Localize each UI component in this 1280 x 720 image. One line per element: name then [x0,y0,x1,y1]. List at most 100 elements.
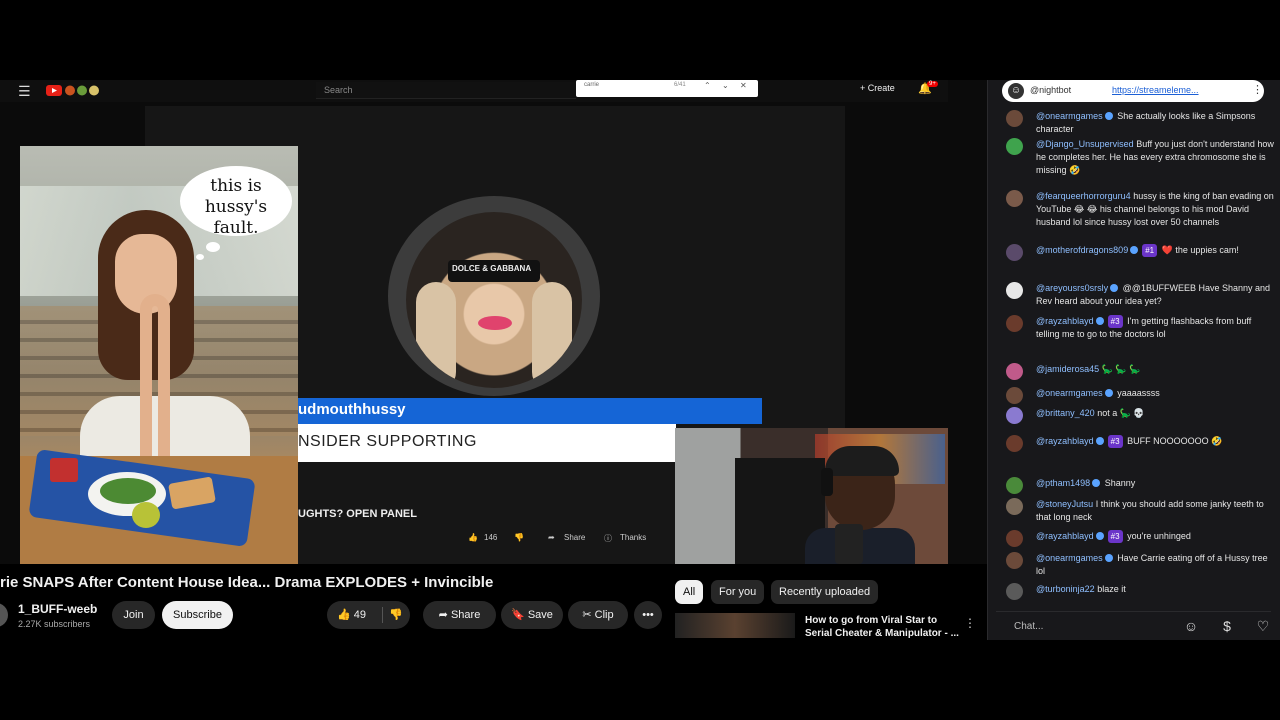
chat-username[interactable]: @ptham1498 [1036,478,1090,488]
like-count: 49 [353,609,367,621]
live-chat-panel: ☺ @nightbot https://streameleme... ⋮ @on… [987,80,1280,640]
chat-avatar[interactable] [1006,530,1023,547]
more-actions-button[interactable]: ••• [634,601,662,629]
save-label: Save [527,609,553,621]
chat-avatar[interactable] [1006,138,1023,155]
chat-username[interactable]: @stoneyJutsu [1036,499,1093,509]
rank-badge: #3 [1107,530,1123,543]
chat-input[interactable]: Chat... ☺ $ ♡ [996,611,1271,638]
inner-thanks-label: Thanks [620,533,647,542]
find-close-icon[interactable]: ✕ [740,81,747,90]
chat-text: you're unhinged [1127,531,1191,541]
dislike-button[interactable]: 👎 [389,601,403,629]
share-button[interactable]: ➦ Share [423,601,496,629]
chat-username[interactable]: @brittany_420 [1036,408,1095,418]
chat-input-placeholder: Chat... [1014,621,1044,632]
video-player[interactable]: ☰ Search carrie 6/41 ⌃ ⌄ ✕ + Create 🔔 9+… [0,80,987,564]
pinned-user: @nightbot [1030,85,1072,95]
bookmark-icon: 🔖 [511,609,525,621]
inner-action-row: 👍 146 👎 ➦ Share ⓘ Thanks [464,530,674,548]
chat-avatar[interactable] [1006,110,1023,127]
find-text: carrie [584,82,600,88]
super-chat-icon[interactable]: $ [1219,618,1235,634]
heart-icon[interactable]: ♡ [1255,618,1271,634]
video-title: rie SNAPS After Content House Idea... Dr… [0,574,494,591]
rank-badge: #1 [1142,244,1158,257]
find-next-icon[interactable]: ⌄ [722,81,729,90]
recommendation-title[interactable]: How to go from Viral Star to Serial Chea… [805,614,961,640]
verified-badge-icon [1104,112,1113,120]
find-count: 6/41 [674,82,686,88]
chat-username[interactable]: @jamiderosa45 [1036,364,1099,374]
chat-avatar[interactable] [1006,244,1023,261]
chat-username[interactable]: @fearqueerhorrorguru4 [1036,191,1131,201]
scissors-icon: ✂ [582,609,592,621]
chat-avatar[interactable] [1006,435,1023,452]
recommendation-more-icon[interactable]: ⋮ [964,616,976,630]
pinned-more-icon[interactable]: ⋮ [1252,83,1263,96]
inner-like-count: 146 [484,533,498,542]
chat-username[interactable]: @rayzahblayd [1036,436,1094,446]
chat-username[interactable]: @areyousrs0srsly [1036,283,1108,293]
chat-username[interactable]: @Django_Unsupervised [1036,139,1134,149]
chat-avatar[interactable] [1006,407,1023,424]
clip-button[interactable]: ✂ Clip [568,601,628,629]
nightbot-icon: ☺ [1008,83,1024,99]
save-button[interactable]: 🔖 Save [501,601,563,629]
chat-avatar[interactable] [1006,363,1023,380]
chat-avatar[interactable] [1006,477,1023,494]
pinned-link[interactable]: https://streameleme... [1112,85,1199,95]
name-banner: udmouthhussy [298,398,762,424]
menu-icon[interactable]: ☰ [18,83,31,100]
like-dislike-group: 👍 49 👎 [327,601,410,629]
create-label: Create [867,83,895,93]
chat-username[interactable]: @onearmgames [1036,388,1103,398]
create-button[interactable]: + Create [860,83,895,93]
inner-search-input[interactable]: Search [316,82,576,99]
channel-logo-icon [46,85,99,96]
find-prev-icon[interactable]: ⌃ [704,81,711,90]
pinned-message[interactable]: ☺ @nightbot https://streameleme... ⋮ [1002,80,1264,102]
subscribe-button[interactable]: Subscribe [162,601,233,629]
chat-avatar[interactable] [1006,387,1023,404]
subscriber-count: 2.27K subscribers [18,619,91,629]
inner-share-icon: ➦ [548,533,555,542]
verified-badge-icon [1092,479,1101,487]
chat-username[interactable]: @motherofdragons809 [1036,245,1128,255]
chat-avatar[interactable] [1006,498,1023,515]
channel-avatar[interactable] [0,603,8,627]
chip-all[interactable]: All [675,580,704,604]
emoji-icon[interactable]: ☺ [1183,618,1199,634]
chat-avatar[interactable] [1006,190,1023,207]
chip-recently-uploaded[interactable]: Recently uploaded [771,580,879,604]
verified-badge-icon [1130,246,1139,254]
recommendation-thumbnail[interactable] [675,613,795,638]
support-banner: NSIDER SUPPORTING [298,424,676,462]
chat-username[interactable]: @onearmgames [1036,553,1103,563]
channel-name[interactable]: 1_BUFF-weeb [18,602,97,616]
chip-for-you[interactable]: For you [711,580,765,604]
chat-avatar[interactable] [1006,315,1023,332]
like-button[interactable]: 👍 49 [337,601,366,629]
notification-badge: 9+ [927,81,938,87]
chat-username[interactable]: @onearmgames [1036,111,1103,121]
verified-badge-icon [1110,284,1119,292]
join-button[interactable]: Join [112,601,155,629]
inner-share-label: Share [564,533,586,542]
chat-avatar[interactable] [1006,552,1023,569]
chat-username[interactable]: @turboninja22 [1036,584,1095,594]
verified-badge-icon [1104,389,1113,397]
support-banner-text: NSIDER SUPPORTING [298,433,477,450]
chat-avatar[interactable] [1006,583,1023,600]
chat-username[interactable]: @rayzahblayd [1036,531,1094,541]
streamer-avatar: DOLCE & GABBANA [406,212,582,388]
inner-dislike-icon: 👎 [514,533,524,542]
inner-like-icon: 👍 [468,533,478,542]
chat-text: 🦕 🦕 🦕 [1101,364,1141,374]
rank-badge: #3 [1107,315,1123,328]
sunglasses-brand: DOLCE & GABBANA [452,264,532,273]
chat-avatar[interactable] [1006,282,1023,299]
find-in-page-box[interactable]: carrie 6/41 ⌃ ⌄ ✕ [576,80,758,97]
chat-username[interactable]: @rayzahblayd [1036,316,1094,326]
clip-label: Clip [594,609,614,621]
